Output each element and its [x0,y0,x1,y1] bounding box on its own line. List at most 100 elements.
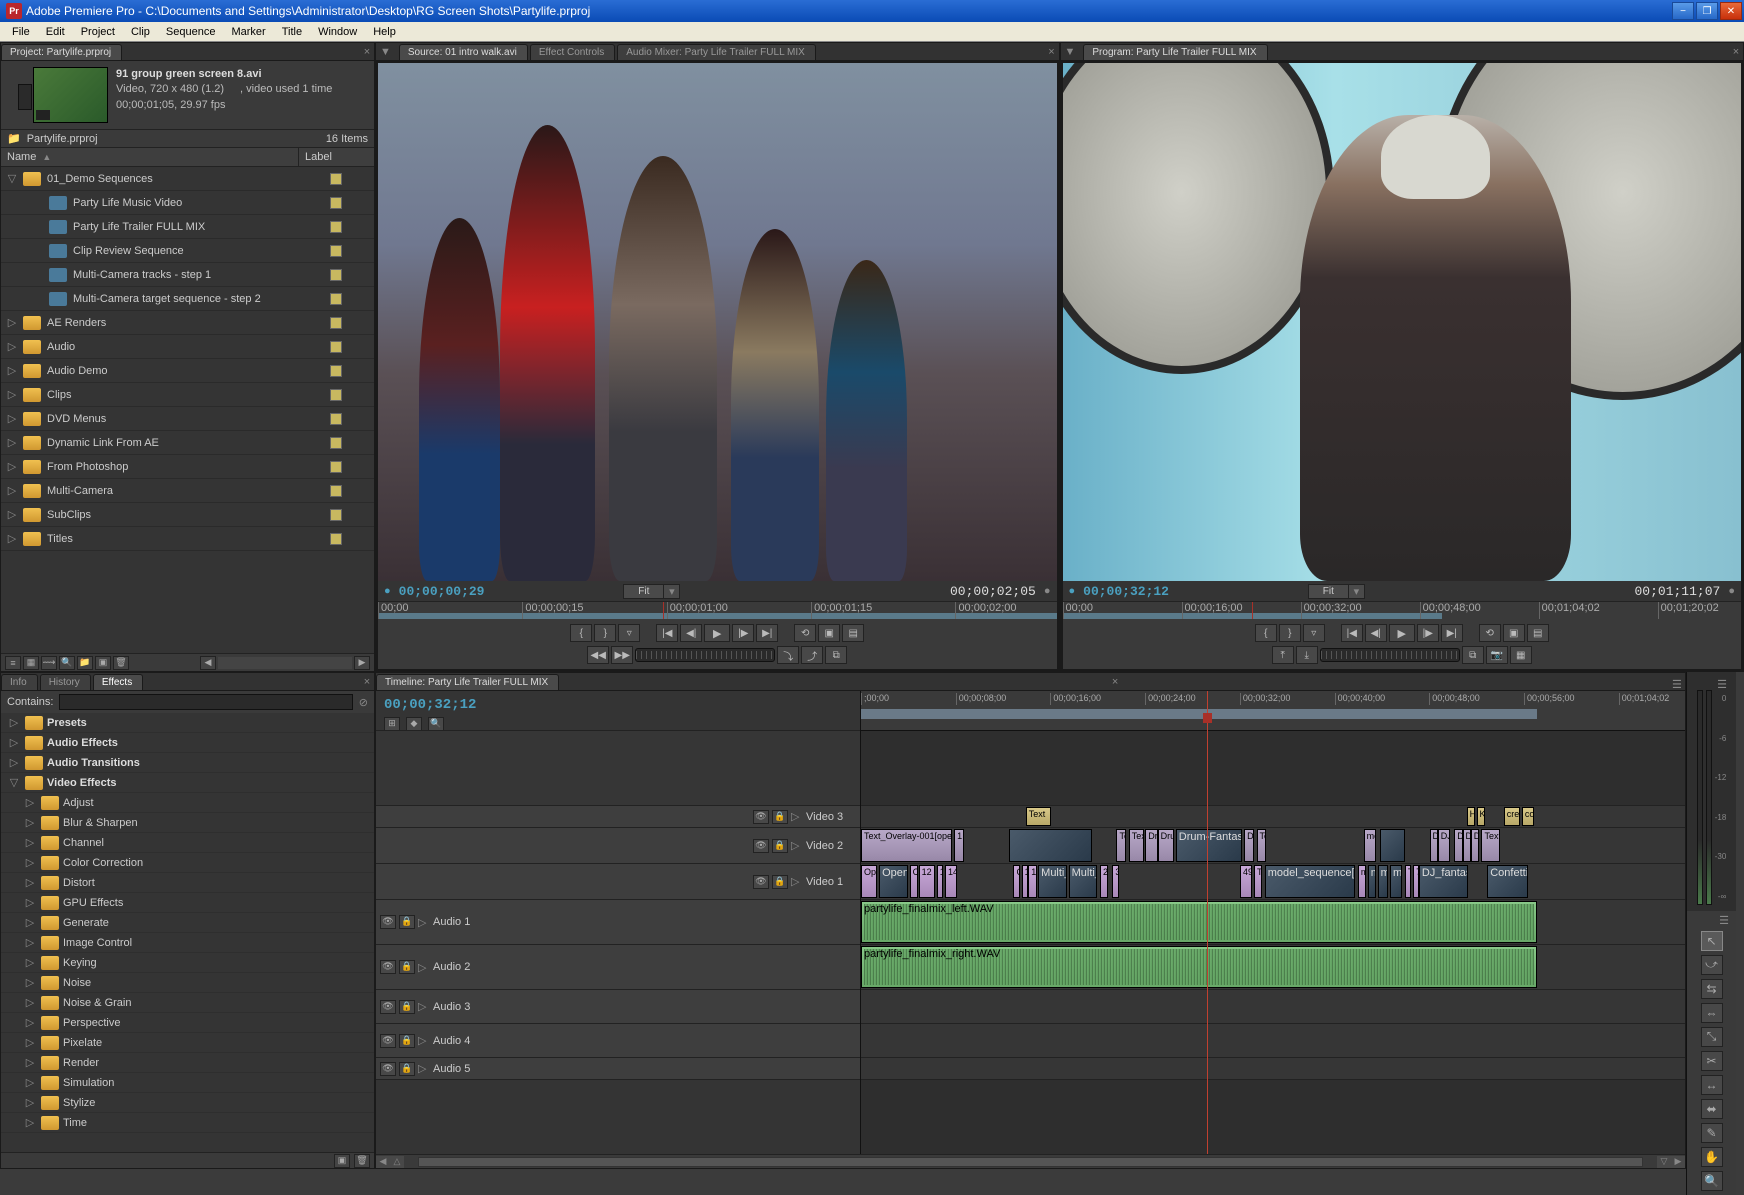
source-time-ruler[interactable]: 00;0000;00;00;1500;00;01;0000;00;01;1500… [378,601,1057,619]
expand-icon[interactable]: ▷ [23,836,37,849]
bin-item[interactable]: Multi-Camera target sequence - step 2 [1,287,374,311]
lock-toggle[interactable]: 🔒 [399,1062,415,1076]
clip[interactable]: Multi_cam [1038,865,1067,898]
expand-icon[interactable]: ▷ [23,856,37,869]
panel-close-icon[interactable]: × [1108,676,1122,690]
label-swatch[interactable] [330,197,342,209]
goto-out-button[interactable]: ▶| [756,624,778,642]
expand-icon[interactable]: ▷ [23,1076,37,1089]
clip[interactable]: Drum-Fantasy[DV]-01 [1176,829,1242,862]
clip[interactable]: DJ [1454,829,1462,862]
marker-tool-button[interactable]: ◆ [406,717,422,731]
panel-close-icon[interactable]: × [360,676,374,690]
bin-item[interactable]: ▷DVD Menus [1,407,374,431]
label-swatch[interactable] [330,293,342,305]
dropdown-arrow-icon[interactable]: ▾ [1349,584,1365,599]
eye-toggle[interactable]: 👁 [753,875,769,889]
panel-close-icon[interactable]: × [1045,46,1059,60]
track-header[interactable]: 👁🔒▷Video 1 [376,864,860,900]
dropdown-arrow-icon[interactable]: ▾ [664,584,680,599]
automate-button[interactable]: ⟿ [41,656,57,670]
clip[interactable]: C [1013,865,1020,898]
close-button[interactable]: ✕ [1720,2,1742,20]
clip[interactable]: 14A [945,865,957,898]
clip[interactable]: model_sequence[DV]Final-00 [1265,865,1356,898]
expand-icon[interactable]: ▽ [7,776,21,789]
label-swatch[interactable] [330,245,342,257]
clip[interactable]: cor [1522,807,1534,826]
goto-in-button[interactable]: |◀ [656,624,678,642]
expand-icon[interactable]: ▷ [23,996,37,1009]
toggle-take-button[interactable]: ⧉ [825,646,847,664]
clip[interactable]: Text [1129,829,1144,862]
rolling-edit-tool[interactable]: ⇔ [1701,1003,1723,1023]
scroll-right-button[interactable]: ▶ [354,656,370,670]
bin-item[interactable]: Party Life Trailer FULL MIX [1,215,374,239]
marker-button[interactable]: ▿ [618,624,640,642]
program-video-display[interactable] [1063,63,1742,581]
extract-button[interactable]: ⤓ [1296,646,1318,664]
chevron-down-icon[interactable]: ▼ [376,44,395,60]
effect-category[interactable]: ▷Channel [1,833,374,853]
expand-icon[interactable]: ▷ [5,388,19,401]
expand-icon[interactable]: ▷ [418,916,430,929]
audio-track[interactable] [861,1024,1685,1058]
clip[interactable]: Ke [1477,807,1485,826]
label-swatch[interactable] [330,269,342,281]
clip[interactable]: 12 ma [919,865,935,898]
bin-item[interactable]: ▷Audio Demo [1,359,374,383]
tab-info[interactable]: Info [1,674,38,690]
lock-toggle[interactable]: 🔒 [772,875,788,889]
effect-category[interactable]: ▷Noise & Grain [1,993,374,1013]
clip[interactable]: Cr [910,865,918,898]
eye-toggle[interactable]: 👁 [380,960,396,974]
expand-icon[interactable]: ▷ [23,1036,37,1049]
goto-prev-button[interactable]: ◀◀ [587,646,609,664]
play-button[interactable]: ▶ [704,624,730,642]
export-frame-button[interactable]: 📷 [1486,646,1508,664]
mm-button[interactable]: ▦ [1510,646,1532,664]
jog-wheel[interactable] [1320,648,1460,662]
tab-history[interactable]: History [40,674,91,690]
expand-icon[interactable]: ▷ [791,839,803,852]
clip[interactable]: DJ_fantasy_001 [1419,865,1468,898]
clip[interactable]: Multi_can [1069,865,1098,898]
expand-icon[interactable]: ▷ [5,340,19,353]
eye-toggle[interactable]: 👁 [380,1034,396,1048]
audio-track[interactable] [861,990,1685,1024]
menu-sequence[interactable]: Sequence [158,24,224,40]
expand-icon[interactable]: ▷ [5,412,19,425]
expand-icon[interactable]: ▷ [23,796,37,809]
expand-icon[interactable]: ▷ [23,976,37,989]
audio-track[interactable]: partylife_finalmix_right.WAV [861,945,1685,990]
timeline-ruler[interactable]: ;00;0000;00;08;0000;00;16;0000;00;24;000… [861,691,1685,731]
ripple-edit-tool[interactable]: ⇆ [1701,979,1723,999]
new-item-button[interactable]: ▣ [95,656,111,670]
expand-icon[interactable]: ▷ [23,816,37,829]
clip[interactable]: partylife_finalmix_left.WAV [861,901,1537,943]
expand-icon[interactable]: ▷ [23,936,37,949]
marker-button[interactable]: ▿ [1303,624,1325,642]
expand-icon[interactable]: ▷ [23,916,37,929]
track-header[interactable]: 👁🔒▷Audio 1 [376,900,860,945]
clip[interactable]: Text_Overlay-001[open]0 [861,829,952,862]
clip[interactable]: 23 [1100,865,1108,898]
goto-out-button[interactable]: ▶| [1441,624,1463,642]
effect-category[interactable]: ▷Distort [1,873,374,893]
menu-title[interactable]: Title [274,24,310,40]
panel-menu-icon[interactable]: ☰ [1716,915,1732,927]
expand-icon[interactable]: ▷ [418,961,430,974]
clip[interactable]: Opening [879,865,908,898]
bin-item[interactable]: ▽01_Demo Sequences [1,167,374,191]
expand-icon[interactable]: ▷ [7,716,21,729]
lock-toggle[interactable]: 🔒 [772,839,788,853]
trim-button[interactable]: ⧉ [1462,646,1484,664]
expand-icon[interactable]: ▷ [23,1056,37,1069]
clip[interactable]: 3 [1112,865,1119,898]
list-view-button[interactable]: ≡ [5,656,21,670]
zoom-tool[interactable]: 🔍 [1701,1171,1723,1191]
jog-wheel[interactable] [635,648,775,662]
bin-item[interactable]: ▷Multi-Camera [1,479,374,503]
program-fit-dropdown[interactable]: Fit [1308,584,1349,599]
expand-icon[interactable]: ▽ [5,172,19,185]
